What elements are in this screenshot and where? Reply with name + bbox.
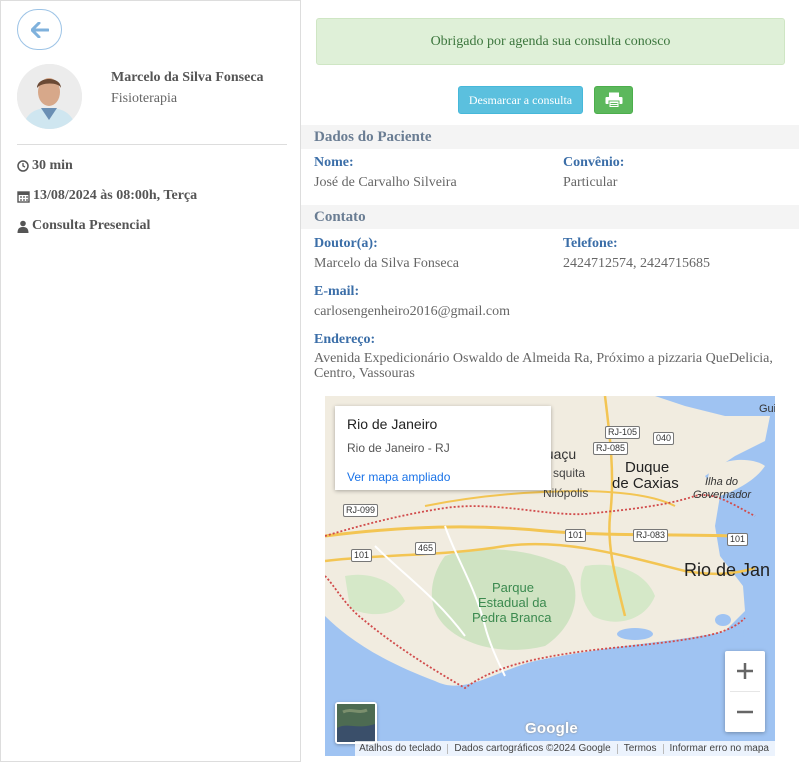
map-label-gui: Gui xyxy=(759,403,775,415)
doctor-icon xyxy=(17,220,29,233)
consult-type-text: Consulta Presencial xyxy=(32,218,151,233)
google-logo: Google xyxy=(525,720,578,737)
address-line-1: Avenida Expedicionário Oswaldo de Almeid… xyxy=(314,351,773,366)
duration-text: 30 min xyxy=(32,158,73,173)
attribution-separator xyxy=(662,743,664,754)
doctor-label: Doutor(a): xyxy=(314,236,378,251)
view-larger-map-link[interactable]: Ver mapa ampliado xyxy=(347,470,539,484)
arrow-left-icon xyxy=(30,21,49,38)
print-button[interactable] xyxy=(594,86,633,114)
map-card-title: Rio de Janeiro xyxy=(347,416,438,432)
road-shield: RJ-105 xyxy=(605,426,641,439)
minus-icon xyxy=(737,710,753,714)
map[interactable]: RJ-105 RJ-085 040 RJ-099 465 101 101 RJ-… xyxy=(325,396,775,756)
attribution-separator xyxy=(447,743,449,754)
phone-value: 2424712574, 2424715685 xyxy=(563,256,710,271)
map-label-ilha: Ilha do xyxy=(705,476,739,488)
doctor-specialty: Fisioterapia xyxy=(111,91,178,106)
map-label-pedra-branca: Pedra Branca xyxy=(472,610,552,625)
insurance-label: Convênio: xyxy=(563,155,625,170)
road-shield: 101 xyxy=(565,529,587,542)
map-attribution: Atalhos do teclado Dados cartográficos ©… xyxy=(355,741,775,756)
consult-type-row: Consulta Presencial xyxy=(17,218,150,234)
datetime-text: 13/08/2024 às 08:00h, Terça xyxy=(33,188,198,203)
doctor-value: Marcelo da Silva Fonseca xyxy=(314,256,460,271)
doctor-name: Marcelo da Silva Fonseca xyxy=(111,70,264,85)
map-info-card: Rio de Janeiro Rio de Janeiro - RJ Ver m… xyxy=(335,406,551,490)
map-data-credit: Dados cartográficos ©2024 Google xyxy=(454,743,611,754)
patient-name-label: Nome: xyxy=(314,155,354,170)
terms-link[interactable]: Termos xyxy=(624,743,657,754)
print-icon xyxy=(605,92,622,108)
zoom-out-button[interactable] xyxy=(725,692,765,732)
doctor-sidebar: Marcelo da Silva Fonseca Fisioterapia 30… xyxy=(0,0,301,762)
attribution-separator xyxy=(616,743,618,754)
cancel-appointment-button[interactable]: Desmarcar a consulta xyxy=(458,86,583,114)
address-line-2: Centro, Vassouras xyxy=(314,366,415,381)
map-label-governador: Governador xyxy=(693,489,752,501)
map-label-duque: Duque xyxy=(625,459,670,476)
report-error-link[interactable]: Informar erro no mapa xyxy=(670,743,770,754)
calendar-icon xyxy=(17,190,30,203)
appointment-details: Obrigado por agenda sua consulta conosco… xyxy=(301,0,799,762)
road-shield: RJ-099 xyxy=(343,504,379,517)
map-label-rio: Rio de Jan xyxy=(684,560,771,580)
road-shield: RJ-085 xyxy=(593,442,629,455)
patient-name-value: José de Carvalho Silveira xyxy=(314,175,457,190)
insurance-value: Particular xyxy=(563,175,618,190)
datetime-row: 13/08/2024 às 08:00h, Terça xyxy=(17,188,197,204)
address-label: Endereço: xyxy=(314,332,376,347)
phone-label: Telefone: xyxy=(563,236,618,251)
patient-section-title: Dados do Paciente xyxy=(301,125,799,149)
zoom-in-button[interactable] xyxy=(725,651,765,691)
road-shield: 101 xyxy=(351,549,373,562)
doctor-avatar xyxy=(17,64,82,129)
map-label-parque: Parque xyxy=(492,580,534,595)
satellite-thumbnail-icon xyxy=(337,704,375,742)
back-button[interactable] xyxy=(17,9,62,50)
road-shield: 465 xyxy=(415,542,437,555)
road-shield: 040 xyxy=(653,432,675,445)
keyboard-shortcuts-link[interactable]: Atalhos do teclado xyxy=(359,743,441,754)
zoom-control xyxy=(725,651,765,732)
satellite-toggle[interactable] xyxy=(335,702,377,744)
map-card-subtitle: Rio de Janeiro - RJ xyxy=(347,441,450,455)
plus-icon xyxy=(737,663,753,679)
clock-icon xyxy=(17,160,29,172)
road-shield: 101 xyxy=(727,533,749,546)
duration-row: 30 min xyxy=(17,158,73,174)
contact-section-title: Contato xyxy=(301,205,799,229)
email-value: carlosengenheiro2016@gmail.com xyxy=(314,304,510,319)
map-label-mesquita: squita xyxy=(553,466,586,480)
divider xyxy=(17,144,287,145)
map-label-estadual: Estadual da xyxy=(478,595,547,610)
success-alert: Obrigado por agenda sua consulta conosco xyxy=(316,18,785,65)
map-label-duque-caxias: de Caxias xyxy=(612,475,679,492)
email-label: E-mail: xyxy=(314,284,360,299)
road-shield: RJ-083 xyxy=(633,529,669,542)
